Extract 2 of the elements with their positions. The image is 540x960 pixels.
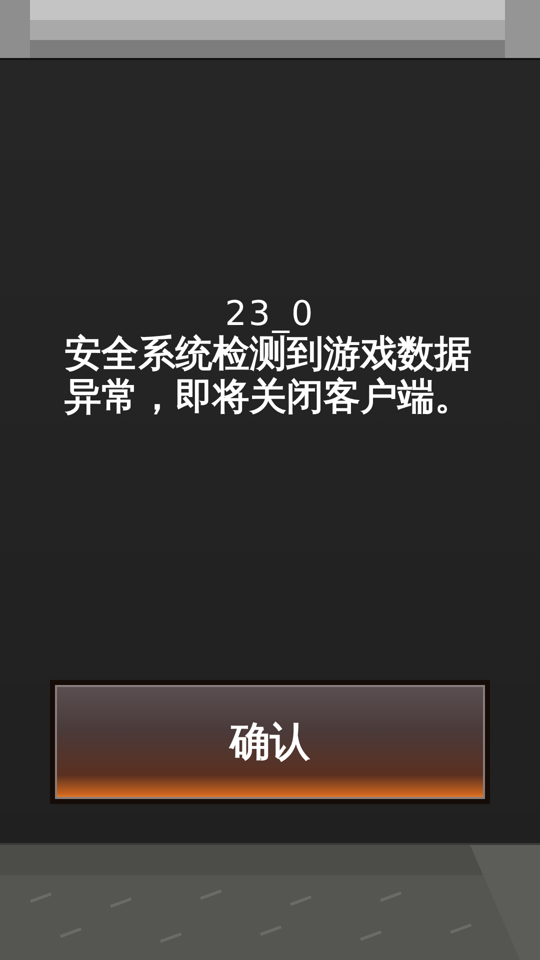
error-code: 23_0 <box>225 296 315 334</box>
error-message: 安全系统检测到游戏数据异常，即将关闭客户端。 <box>64 333 473 418</box>
